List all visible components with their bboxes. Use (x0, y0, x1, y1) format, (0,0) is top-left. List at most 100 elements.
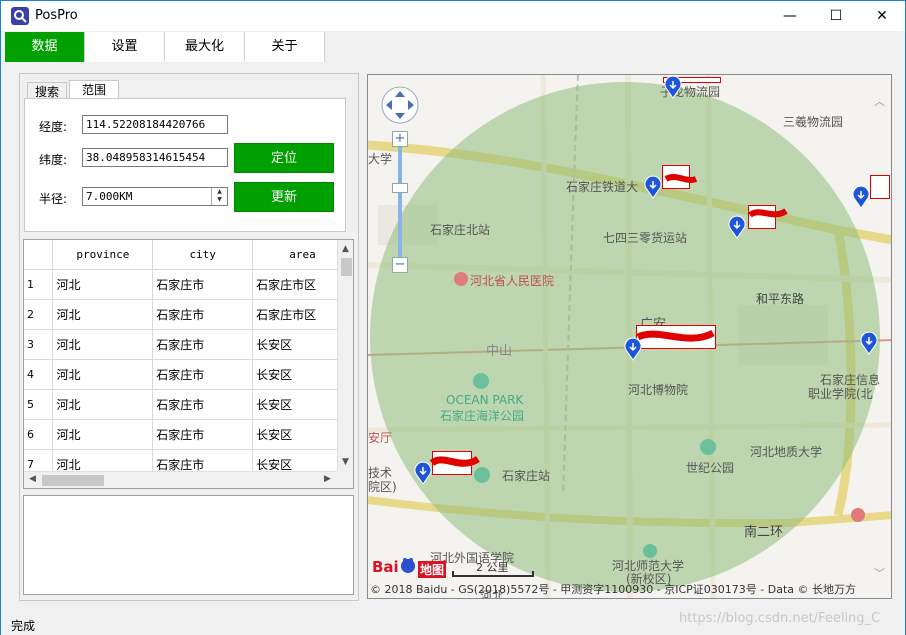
title-bar: PosPro — ☐ ✕ (1, 1, 905, 31)
close-button[interactable]: ✕ (859, 1, 905, 31)
window-title: PosPro (35, 8, 78, 23)
svg-text:Bai: Bai (372, 558, 399, 576)
scroll-right-icon[interactable]: ▶ (324, 474, 331, 484)
map-marker-pin-icon[interactable] (860, 331, 878, 358)
app-window: PosPro — ☐ ✕ 数据 设置 最大化 关于 搜索 范围 经度: 114.… (0, 0, 906, 635)
cell-city[interactable]: 石家庄市 (152, 329, 254, 360)
cell-province[interactable]: 河北 (52, 269, 154, 300)
row-number: 2 (24, 299, 54, 330)
zoom-out-icon[interactable]: − (392, 257, 408, 273)
radius-spinner[interactable]: ▲ ▼ (211, 188, 227, 205)
row-number: 1 (24, 269, 54, 300)
menu-settings[interactable]: 设置 (85, 32, 165, 62)
cell-province[interactable]: 河北 (52, 299, 154, 330)
maximize-button[interactable]: ☐ (813, 1, 859, 31)
zoom-slider-track[interactable] (398, 147, 402, 257)
table-horizontal-scrollbar[interactable]: ◀ ▶ (24, 471, 337, 488)
tab-range[interactable]: 范围 (69, 80, 119, 100)
app-icon (11, 7, 29, 25)
longitude-input[interactable]: 114.52208184420766 (82, 115, 228, 134)
map-marker-pin-icon[interactable] (644, 175, 662, 202)
minimize-button[interactable]: — (767, 1, 813, 31)
scale-label: 2 公里 (476, 561, 509, 574)
cell-province[interactable]: 河北 (52, 329, 154, 360)
row-number: 3 (24, 329, 54, 360)
map-label-heping-east: 和平东路 (756, 292, 805, 306)
latitude-label: 纬度: (39, 153, 68, 167)
scroll-corner (337, 471, 353, 488)
map-marker-pin-icon[interactable] (852, 185, 870, 212)
scroll-thumb-vertical[interactable] (341, 258, 352, 276)
map-label-sanyi: 三羲物流园 (783, 115, 844, 129)
map-label-sjz-station: 石家庄站 (502, 469, 551, 483)
map-label-museum: 河北博物院 (628, 383, 689, 397)
map-label-ocean-park-cn: 石家庄海洋公园 (440, 409, 525, 423)
cell-city[interactable]: 石家庄市 (152, 419, 254, 450)
status-text: 完成 (11, 619, 36, 633)
cell-city[interactable]: 石家庄市 (152, 359, 254, 390)
scroll-up-icon[interactable]: ▲ (342, 244, 349, 254)
column-header-city[interactable]: city (152, 240, 254, 270)
cell-city[interactable]: 石家庄市 (152, 299, 254, 330)
cell-city[interactable]: 石家庄市 (152, 269, 254, 300)
scroll-down-icon[interactable]: ▼ (342, 457, 349, 467)
longitude-label: 经度: (39, 120, 68, 134)
menu-maximize[interactable]: 最大化 (165, 32, 245, 62)
map-label-info-college-2: 职业学院(北 (808, 387, 873, 401)
map-view[interactable]: 子龙物流园 三羲物流园 大学 石家庄铁道大 石家庄北站 七四三零货运站 河北省人… (367, 74, 892, 599)
map-copyright: © 2018 Baidu - GS(2018)5572号 - 甲测资字11009… (370, 583, 857, 596)
table-row[interactable]: 3 河北 石家庄市 长安区 (24, 329, 353, 360)
map-marker-pin-icon[interactable] (414, 461, 432, 488)
map-marker-pin-icon[interactable] (728, 215, 746, 242)
map-pan-control[interactable] (380, 85, 420, 128)
table-row[interactable]: 1 河北 石家庄市 石家庄市区 (24, 269, 353, 300)
scroll-left-icon[interactable]: ◀ (29, 474, 36, 484)
map-label-railway-univ: 石家庄铁道大 (566, 180, 639, 194)
log-textbox[interactable] (23, 495, 354, 595)
map-marker-pin-icon[interactable] (624, 337, 642, 364)
marker-label-box (636, 325, 716, 349)
row-number: 4 (24, 359, 54, 390)
menu-data[interactable]: 数据 (5, 32, 85, 62)
menu-bar: 数据 设置 最大化 关于 (5, 32, 327, 62)
latitude-input[interactable]: 38.048958314615454 (82, 148, 228, 167)
table-row[interactable]: 2 河北 石家庄市 石家庄市区 (24, 299, 353, 330)
map-label-warehouse: 七四三零货运站 (603, 231, 688, 245)
results-table: province city area 1 河北 石家庄市 石家庄市区 2 河北 石家庄市石… (23, 239, 354, 489)
zoom-in-icon[interactable]: + (392, 131, 408, 147)
map-label-anting: 安厅 (368, 431, 393, 445)
map-label-century-park: 世纪公园 (686, 461, 735, 475)
column-header-province[interactable]: province (52, 240, 154, 270)
scroll-thumb-horizontal[interactable] (42, 475, 104, 486)
cell-province[interactable]: 河北 (52, 389, 154, 420)
cell-city[interactable]: 石家庄市 (152, 389, 254, 420)
table-row[interactable]: 4 河北 石家庄市 长安区 (24, 359, 353, 390)
table-row[interactable]: 5 河北 石家庄市 长安区 (24, 389, 353, 420)
update-button[interactable]: 更新 (234, 182, 334, 212)
zoom-slider-thumb[interactable] (392, 183, 408, 193)
locate-button[interactable]: 定位 (234, 143, 334, 173)
map-scroll-down-icon[interactable]: ﹀ (874, 565, 885, 581)
table-vertical-scrollbar[interactable]: ▲ ▼ (337, 240, 353, 471)
spin-down-icon[interactable]: ▼ (212, 196, 227, 204)
marker-label-box (870, 175, 890, 199)
map-scroll-up-icon[interactable]: ︿ (874, 93, 885, 109)
radius-input[interactable]: 7.000KM (82, 187, 228, 206)
map-label-tech-2: 院区) (368, 480, 397, 494)
table-row[interactable]: 6 河北 石家庄市 长安区 (24, 419, 353, 450)
map-label-ring2: 南二环 (744, 525, 784, 540)
baidu-logo-text: 地图 (418, 561, 447, 578)
cell-province[interactable]: 河北 (52, 359, 154, 390)
row-number: 5 (24, 389, 54, 420)
radius-label: 半径: (39, 192, 68, 206)
marker-label-box (662, 165, 690, 189)
marker-label-box (432, 451, 472, 475)
cell-province[interactable]: 河北 (52, 419, 154, 450)
spin-up-icon[interactable]: ▲ (212, 188, 227, 196)
marker-label-box (748, 205, 776, 229)
map-marker-pin-icon[interactable] (664, 75, 682, 102)
map-label-zhongshan: 中山 (486, 344, 513, 359)
menu-about[interactable]: 关于 (245, 32, 325, 62)
map-label-hospital: 河北省人民医院 (470, 274, 555, 288)
map-label-north-station: 石家庄北站 (430, 223, 491, 237)
